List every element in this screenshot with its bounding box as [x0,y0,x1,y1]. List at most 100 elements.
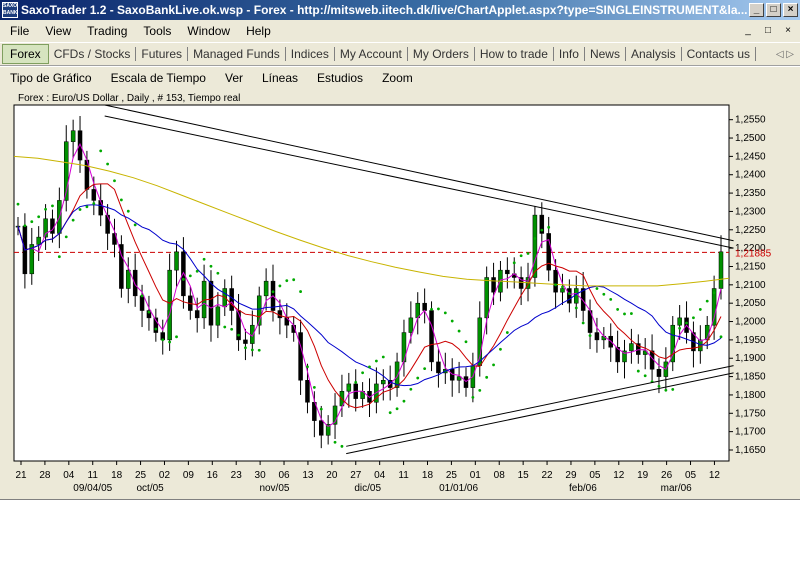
menu-trading[interactable]: Trading [87,24,127,38]
menu-tools[interactable]: Tools [143,24,171,38]
sar-dot [278,284,282,288]
tab-news[interactable]: News [585,47,626,61]
status-area [0,499,800,577]
x-tick-label: 12 [709,470,721,481]
x-month-label: mar/06 [661,483,693,494]
minimize-button[interactable]: _ [749,3,764,17]
sar-dot [464,340,468,344]
candle-body [629,343,634,352]
candle-body [718,251,724,289]
sar-dot [99,149,103,153]
candle-body [250,324,255,344]
sar-dot [499,347,502,351]
x-tick-label: 26 [661,470,673,481]
tab-my-account[interactable]: My Account [335,47,408,61]
candle-body [422,302,427,311]
tab-scroll-arrows-icon[interactable]: ◁ ▷ [776,49,794,60]
sar-dot [292,278,296,282]
sar-dot [16,202,20,206]
x-tick-label: 25 [446,470,458,481]
sar-dot [264,292,268,296]
time-scale-menu[interactable]: Escala de Tiempo [111,71,206,85]
sar-dot [437,307,440,311]
view-menu[interactable]: Ver [225,71,243,85]
tab-info[interactable]: Info [554,47,585,61]
x-tick-label: 20 [326,470,338,481]
tab-forex[interactable]: Forex [2,44,49,64]
candle-body [553,269,558,293]
sar-dot [554,283,557,287]
tab-analysis[interactable]: Analysis [626,47,682,61]
price-chart[interactable]: 1,2550 1,2500 1,2450 1,2400 1,2350 1,2300 1,22… [0,89,800,499]
tab-indices[interactable]: Indices [286,47,335,61]
candle-body [670,324,676,363]
sar-dot [423,367,427,371]
candle-body [126,269,131,289]
x-month-label: nov/05 [259,483,289,494]
x-tick-label: 30 [255,470,267,481]
x-tick-label: 06 [278,470,290,481]
window-title: SaxoTrader 1.2 - SaxoBankLive.ok.wsp - F… [21,3,748,17]
close-button[interactable]: × [783,3,798,17]
x-month-label: oct/05 [136,483,164,494]
sar-dot [161,338,165,342]
sar-dot [712,291,716,295]
mdi-restore-button[interactable]: □ [760,24,776,38]
sar-dot [244,346,247,350]
menu-help[interactable]: Help [246,24,271,38]
tab-my-orders[interactable]: My Orders [408,47,475,61]
sar-dot [368,365,371,369]
zoom-menu[interactable]: Zoom [382,71,413,85]
sar-dot [374,359,378,363]
tab-managed-funds[interactable]: Managed Funds [188,47,286,61]
x-month-label: feb/06 [569,483,597,494]
menu-window[interactable]: Window [187,24,230,38]
lines-menu[interactable]: Líneas [262,71,298,85]
y-tick-label: 1,1750 [735,408,766,419]
candle-body [505,269,510,275]
tab-contacts-us[interactable]: Contacts us [682,47,757,61]
tab-how-to-trade[interactable]: How to trade [475,47,554,61]
tab-futures[interactable]: Futures [136,47,189,61]
sar-dot [388,411,392,415]
sar-dot [271,290,275,294]
y-tick-label: 1,2450 [735,151,766,162]
chart-type-menu[interactable]: Tipo de Gráfico [10,71,92,85]
candle-body [139,295,145,311]
sar-dot [147,310,151,314]
sar-dot [533,237,537,240]
sar-dot [395,407,399,411]
maximize-button[interactable]: □ [766,3,781,17]
sar-dot [547,225,551,229]
sar-dot [44,207,47,211]
candle-body [36,236,41,245]
sar-dot [443,311,447,315]
sar-dot [195,269,199,273]
sar-dot [230,327,234,331]
sar-dot [409,387,413,391]
sar-dot [478,389,482,392]
sar-dot [326,426,330,430]
x-tick-label: 27 [350,470,362,481]
tab-cfds-stocks[interactable]: CFDs / Stocks [49,47,137,61]
candle-body [408,317,414,333]
window-title-bar: SAXO BANK SaxoTrader 1.2 - SaxoBankLive.… [0,0,800,20]
candle-body [70,130,76,142]
sar-dot [257,348,261,352]
y-tick-label: 1,2550 [735,115,766,126]
x-tick-label: 01 [470,470,482,481]
sar-dot [692,316,695,320]
sar-dot [37,215,41,219]
mdi-minimize-button[interactable]: _ [740,24,756,38]
sar-dot [719,335,723,339]
mdi-close-button[interactable]: × [780,24,796,38]
x-tick-label: 16 [207,470,219,481]
sar-dot [250,348,254,352]
studies-menu[interactable]: Estudios [317,71,363,85]
menu-file[interactable]: File [10,24,29,38]
x-tick-label: 22 [541,470,553,481]
x-tick-label: 05 [685,470,697,481]
chart-toolbar: Tipo de Gráfico Escala de Tiempo Ver Lín… [0,67,800,89]
candle-body [194,310,200,319]
menu-view[interactable]: View [45,24,71,38]
